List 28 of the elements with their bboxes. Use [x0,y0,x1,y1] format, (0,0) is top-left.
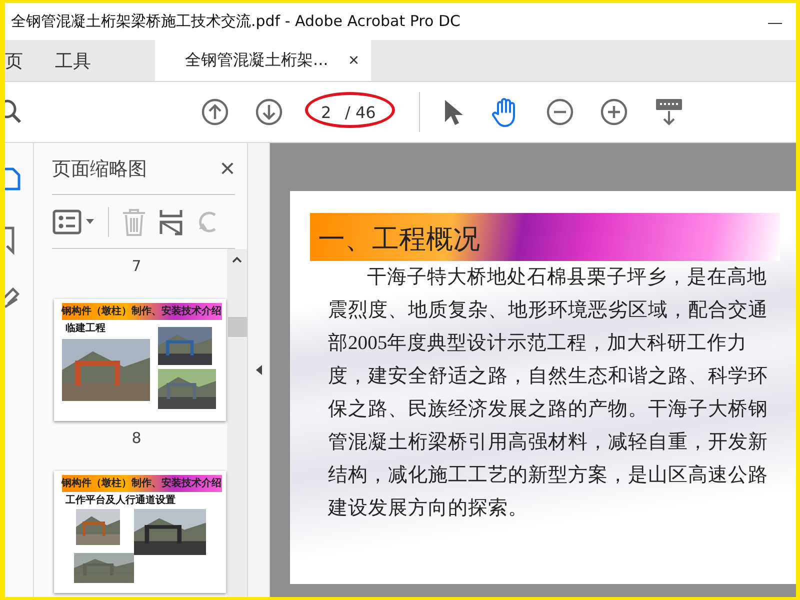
collapse-pane-icon[interactable] [254,364,262,376]
tab-label: 全钢管混凝土桁架... [185,50,328,71]
zoom-in-icon[interactable] [600,98,628,126]
close-tab-button[interactable]: × [346,50,361,71]
keyboard-icon[interactable] [654,97,684,127]
home-tab[interactable]: 页 [5,40,45,81]
next-page-icon[interactable] [255,98,283,126]
options-icon[interactable] [52,208,96,236]
slide-caption: 临建工程 [66,322,106,335]
bookmark-icon[interactable] [5,225,17,255]
page-number: 7 [132,256,142,277]
page-number: 8 [132,428,142,449]
page-count: / 46 [345,102,376,122]
scrollbar-thumb[interactable] [228,317,246,337]
previous-page-icon[interactable] [201,98,229,126]
scroll-up-icon[interactable] [231,255,243,265]
tools-tab[interactable]: 工具 [45,40,101,81]
zoom-out-icon[interactable] [546,98,574,126]
pen-icon[interactable] [5,285,21,311]
window-title: 全钢管混凝土桁架梁桥施工技术交流.pdf - Adobe Acrobat Pro DC [10,12,460,31]
page-number-field[interactable]: 2 [321,102,337,122]
slide-heading: 一、工程概况 [317,223,480,257]
close-panel-button[interactable]: × [220,153,235,184]
panel-title: 页面缩略图 [52,156,147,182]
minimize-button[interactable]: — [762,14,788,30]
document-tab[interactable]: 全钢管混凝土桁架... × [155,40,371,81]
slide-paragraph: 干海子特大桥地处石棉县栗子坪乡，是在高地震烈度、地质复杂、地形环境恶劣区域，配合交通部2005年度典型设计示范工程，加大科研工作力度，建安全舒适之路，自然生态和谐之路、科学环保之路、民族经济发展之路的产物。干海子大桥钢管混凝土桁梁桥引用高强材料，减轻自重，开发新结构，减化施工工艺的新型方案，是山区高速公路建设发展方向的探索。 [328,266,768,521]
slide-caption: 工作平台及人行通道设置 [66,494,176,507]
